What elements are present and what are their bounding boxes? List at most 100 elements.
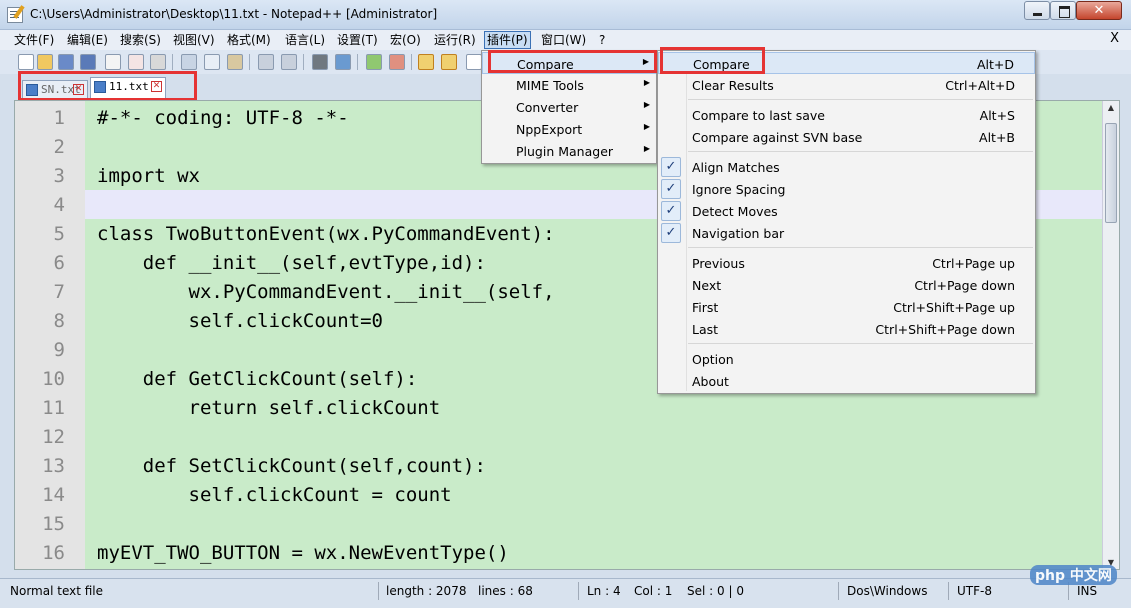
menu-search[interactable]: 搜索(S): [118, 32, 163, 48]
zoom-in-icon[interactable]: [366, 54, 382, 70]
menu-plugins[interactable]: 插件(P): [484, 31, 531, 49]
redo-icon[interactable]: [281, 54, 297, 70]
sync-horizontal-icon[interactable]: [441, 54, 457, 70]
save-all-icon[interactable]: [80, 54, 96, 70]
scrollbar-thumb[interactable]: [1105, 123, 1117, 223]
menu-language[interactable]: 语言(L): [283, 32, 327, 48]
menu-edit[interactable]: 编辑(E): [65, 32, 110, 48]
status-separator: [948, 582, 949, 600]
compare-menu-item[interactable]: About: [658, 370, 1035, 392]
annotation-highlight-tabs: [18, 71, 197, 101]
line-number-gutter: 1 2 3 4 5 6 7 8 9 10 11 12 13 14 15 16: [15, 101, 85, 569]
status-separator: [838, 582, 839, 600]
line-number: 13: [42, 455, 65, 477]
paste-icon[interactable]: [227, 54, 243, 70]
compare-menu-item[interactable]: ✓ Navigation bar: [658, 222, 1035, 244]
close-window-button[interactable]: ✕: [1076, 1, 1122, 20]
maximize-button[interactable]: [1050, 1, 1076, 20]
close-document-button[interactable]: X: [1110, 31, 1119, 46]
undo-icon[interactable]: [258, 54, 274, 70]
check-icon: ✓: [661, 179, 681, 199]
compare-menu-item[interactable]: Compare to last save Alt+S: [658, 104, 1035, 126]
open-file-icon[interactable]: [37, 54, 53, 70]
toolbar-separator: [357, 54, 358, 70]
close-icon: ✕: [1093, 3, 1105, 18]
menu-window[interactable]: 窗口(W): [539, 32, 588, 48]
watermark-text: php 中文网: [1030, 565, 1117, 585]
print-icon[interactable]: [150, 54, 166, 70]
sync-vertical-icon[interactable]: [418, 54, 434, 70]
line-number: 10: [42, 368, 65, 390]
find-icon[interactable]: [312, 54, 328, 70]
menu-separator: [688, 99, 1033, 100]
compare-menu-item[interactable]: First Ctrl+Shift+Page up: [658, 296, 1035, 318]
minimize-button[interactable]: [1024, 1, 1050, 20]
menu-item-label: Next: [692, 278, 722, 293]
compare-menu-item[interactable]: Clear Results Ctrl+Alt+D: [658, 74, 1035, 96]
vertical-scrollbar[interactable]: ▲ ▼: [1102, 101, 1119, 569]
menu-item-shortcut: Alt+S: [979, 108, 1015, 123]
menu-bar: 文件(F) 编辑(E) 搜索(S) 视图(V) 格式(M) 语言(L) 设置(T…: [0, 30, 1131, 50]
scroll-up-icon[interactable]: ▲: [1103, 103, 1119, 112]
word-wrap-icon[interactable]: [466, 54, 482, 70]
compare-submenu: Compare Alt+D Clear Results Ctrl+Alt+D Compa…: [657, 50, 1036, 394]
compare-menu-item[interactable]: Previous Ctrl+Page up: [658, 252, 1035, 274]
status-bar: Normal text file length : 2078 lines : 6…: [0, 578, 1131, 608]
compare-menu-item[interactable]: Last Ctrl+Shift+Page down: [658, 318, 1035, 340]
compare-menu-item[interactable]: ✓ Align Matches: [658, 156, 1035, 178]
compare-menu-item[interactable]: Option: [658, 348, 1035, 370]
line-number: 12: [42, 426, 65, 448]
line-number: 2: [53, 136, 65, 158]
annotation-highlight-compare: [660, 47, 765, 74]
plugins-menu-item[interactable]: MIME Tools ▶: [482, 74, 656, 96]
close-all-icon[interactable]: [128, 54, 144, 70]
menu-item-label: Ignore Spacing: [692, 182, 786, 197]
code-line: def GetClickCount(self):: [97, 368, 418, 390]
compare-menu-item[interactable]: Next Ctrl+Page down: [658, 274, 1035, 296]
menu-file[interactable]: 文件(F): [12, 32, 56, 48]
plugins-menu-item[interactable]: Plugin Manager ▶: [482, 140, 656, 162]
menu-item-shortcut: Ctrl+Shift+Page down: [875, 322, 1015, 337]
compare-menu-item[interactable]: Compare against SVN base Alt+B: [658, 126, 1035, 148]
cut-icon[interactable]: [181, 54, 197, 70]
notepad-app-icon: [7, 7, 23, 23]
close-file-icon[interactable]: [105, 54, 121, 70]
menu-macro[interactable]: 宏(O): [388, 32, 423, 48]
menu-run[interactable]: 运行(R): [432, 32, 478, 48]
replace-icon[interactable]: [335, 54, 351, 70]
submenu-arrow-icon: ▶: [643, 100, 650, 109]
zoom-out-icon[interactable]: [389, 54, 405, 70]
menu-view[interactable]: 视图(V): [171, 32, 217, 48]
code-line: def SetClickCount(self,count):: [97, 455, 486, 477]
code-line: import wx: [97, 165, 200, 187]
menu-item-label: Plugin Manager: [516, 144, 614, 159]
line-number: 16: [42, 542, 65, 564]
menu-item-shortcut: Ctrl+Alt+D: [945, 78, 1015, 93]
code-line: self.clickCount=0: [97, 310, 383, 332]
copy-icon[interactable]: [204, 54, 220, 70]
menu-settings[interactable]: 设置(T): [335, 32, 380, 48]
code-line: wx.PyCommandEvent.__init__(self,: [97, 281, 555, 303]
menu-item-shortcut: Alt+D: [976, 57, 1014, 72]
plugins-menu-item[interactable]: NppExport ▶: [482, 118, 656, 140]
menu-item-label: Clear Results: [692, 78, 774, 93]
status-insert-mode: INS: [1077, 584, 1098, 598]
menu-help[interactable]: ?: [597, 32, 607, 48]
new-file-icon[interactable]: [18, 54, 34, 70]
check-icon: ✓: [661, 201, 681, 221]
status-encoding: UTF-8: [957, 584, 992, 598]
menu-format[interactable]: 格式(M): [225, 32, 273, 48]
window-title: C:\Users\Administrator\Desktop\11.txt - …: [30, 7, 438, 21]
plugins-menu-item[interactable]: Converter ▶: [482, 96, 656, 118]
compare-menu-item[interactable]: ✓ Detect Moves: [658, 200, 1035, 222]
save-icon[interactable]: [58, 54, 74, 70]
menu-separator: [688, 343, 1033, 344]
menu-item-label: Detect Moves: [692, 204, 778, 219]
submenu-arrow-icon: ▶: [643, 122, 650, 131]
code-line: class TwoButtonEvent(wx.PyCommandEvent):: [97, 223, 555, 245]
status-separator: [378, 582, 379, 600]
code-line: return self.clickCount: [97, 397, 441, 419]
toolbar-separator: [172, 54, 173, 70]
compare-menu-item[interactable]: ✓ Ignore Spacing: [658, 178, 1035, 200]
line-number: 5: [53, 223, 65, 245]
